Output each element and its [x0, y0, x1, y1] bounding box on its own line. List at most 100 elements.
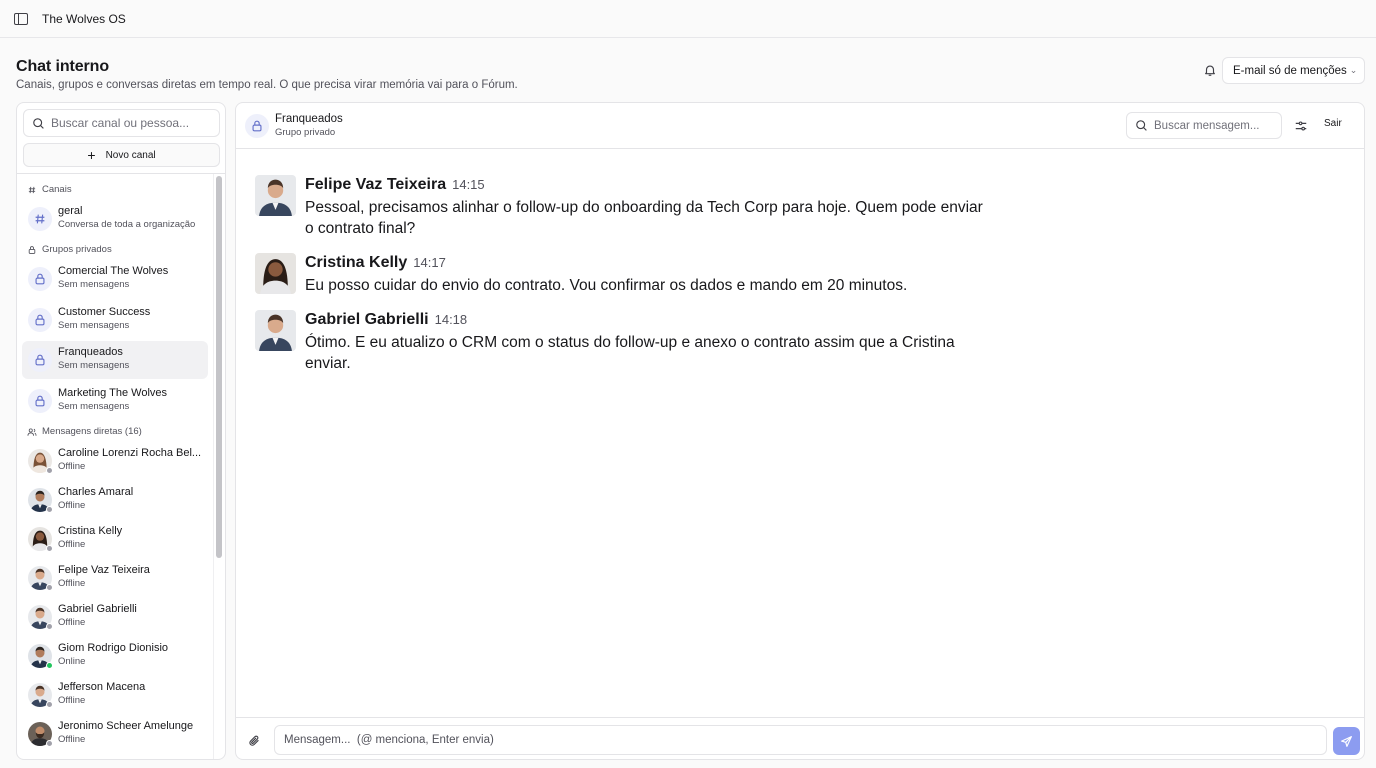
dm-item[interactable]: Charles Amaral Offline [22, 481, 208, 519]
group-avatar [28, 348, 52, 372]
dm-status: Online [58, 656, 86, 667]
dm-item[interactable]: Caroline Lorenzi Rocha Bel... Offline [22, 442, 208, 480]
dm-item[interactable]: Jeronimo Scheer Amelunge Offline [22, 715, 208, 753]
section-label: Grupos privados [42, 244, 112, 255]
search-icon [1135, 119, 1148, 132]
dm-name: Felipe Vaz Teixeira [58, 564, 150, 576]
search-icon [32, 117, 45, 130]
channel-item-geral[interactable]: geral Conversa de toda a organização [22, 200, 208, 238]
channel-name: geral [58, 205, 83, 217]
dm-name: Cristina Kelly [58, 525, 123, 537]
page-subtitle: Canais, grupos e conversas diretas em te… [16, 79, 518, 91]
group-status: Sem mensagens [58, 360, 130, 371]
message-input[interactable] [274, 725, 1327, 755]
group-status: Sem mensagens [58, 401, 130, 412]
group-item-comercial[interactable]: Comercial The Wolves Sem mensagens [22, 260, 208, 298]
message-text: Ótimo. E eu atualizo o CRM com o status … [305, 334, 955, 372]
status-dot [46, 545, 53, 552]
message-time: 14:18 [434, 312, 468, 327]
chat-title: Franqueados [275, 113, 343, 125]
dm-item[interactable]: Jefferson Macena Offline [22, 676, 208, 714]
group-item-marketing[interactable]: Marketing The Wolves Sem mensagens [22, 382, 208, 420]
hash-icon [33, 212, 47, 226]
user-avatar [255, 253, 296, 294]
paperclip-icon[interactable] [248, 733, 262, 749]
leave-button[interactable]: Sair [1324, 118, 1342, 129]
section-channels: Canais [27, 184, 72, 195]
lock-icon [33, 353, 47, 367]
group-avatar [245, 114, 269, 138]
lock-icon [33, 272, 47, 286]
dm-item[interactable]: Gabriel Gabrielli Offline [22, 598, 208, 636]
settings-sliders-icon[interactable] [1294, 119, 1308, 133]
chat-subtitle: Grupo privado [275, 127, 336, 138]
status-dot [46, 662, 53, 669]
lock-icon [28, 245, 36, 254]
app-title: The Wolves OS [42, 11, 126, 26]
channel-avatar [28, 207, 52, 231]
channel-search[interactable] [23, 109, 220, 137]
message-author-line: Cristina Kelly 14:17 [305, 254, 446, 272]
dm-name: Giom Rodrigo Dionisio [58, 642, 169, 654]
section-direct-messages: Mensagens diretas (16) [27, 426, 142, 437]
chat-panel: Franqueados Grupo privado Sair Felipe Va… [235, 102, 1365, 760]
chat-header: Franqueados Grupo privado Sair [236, 103, 1364, 149]
new-channel-label: Novo canal [105, 149, 156, 161]
page-title: Chat interno [16, 58, 110, 75]
status-dot [46, 584, 53, 591]
section-private-groups: Grupos privados [27, 244, 112, 255]
bell-icon[interactable] [1203, 63, 1217, 77]
sidebar-toggle-icon[interactable] [14, 12, 28, 25]
message-author: Gabriel Gabrielli [305, 311, 429, 328]
dm-name: Charles Amaral [58, 486, 134, 498]
dm-item[interactable]: Giom Rodrigo Dionisio Online [22, 637, 208, 675]
status-dot [46, 506, 53, 513]
message-search[interactable] [1126, 112, 1282, 139]
group-name: Customer Success [58, 306, 151, 318]
dm-status: Offline [58, 500, 86, 511]
dm-name: Caroline Lorenzi Rocha Bel... [58, 447, 202, 459]
message-time: 14:15 [452, 177, 485, 192]
dm-status: Offline [58, 695, 86, 706]
chevron-down-icon: ⌄ [1349, 65, 1358, 75]
group-avatar [28, 308, 52, 332]
status-dot [46, 467, 53, 474]
dm-item[interactable]: Felipe Vaz Teixeira Offline [22, 559, 208, 597]
hash-icon [28, 186, 36, 193]
message-author-line: Gabriel Gabrielli 14:18 [305, 311, 467, 329]
email-notification-select[interactable]: E-mail só de menções ⌄ [1222, 57, 1365, 84]
message-author: Cristina Kelly [305, 254, 408, 271]
channel-sidebar: + Novo canal Canais geral Conversa de to… [16, 102, 226, 760]
top-bar: The Wolves OS [0, 0, 1376, 38]
group-name: Franqueados [58, 346, 123, 358]
plus-icon: + [87, 147, 96, 163]
send-button[interactable] [1333, 727, 1360, 755]
message-text: Eu posso cuidar do envio do contrato. Vo… [305, 277, 908, 294]
group-name: Marketing The Wolves [58, 387, 168, 399]
dm-name: Gabriel Gabrielli [58, 603, 137, 615]
email-notification-label: E-mail só de menções [1233, 64, 1347, 77]
lock-icon [33, 313, 47, 327]
user-avatar [255, 175, 296, 216]
message-time: 14:17 [413, 255, 446, 270]
group-item-franqueados[interactable]: Franqueados Sem mensagens [22, 341, 208, 379]
status-dot [46, 740, 53, 747]
scrollbar-thumb[interactable] [216, 176, 222, 558]
section-label: Canais [42, 184, 72, 195]
dm-status: Offline [58, 539, 86, 550]
group-status: Sem mensagens [58, 320, 130, 331]
group-status: Sem mensagens [58, 279, 130, 290]
group-item-customer-success[interactable]: Customer Success Sem mensagens [22, 301, 208, 339]
message-search-input[interactable] [1154, 119, 1274, 132]
group-avatar [28, 267, 52, 291]
message-text: Pessoal, precisamos alinhar o follow-up … [305, 199, 983, 237]
channel-search-input[interactable] [51, 116, 211, 130]
group-name: Comercial The Wolves [58, 265, 169, 277]
dm-name: Jeronimo Scheer Amelunge [58, 720, 194, 732]
dm-status: Offline [58, 461, 86, 472]
lock-icon [33, 394, 47, 408]
dm-status: Offline [58, 734, 86, 745]
dm-item[interactable]: Cristina Kelly Offline [22, 520, 208, 558]
new-channel-button[interactable]: + Novo canal [23, 143, 220, 167]
message-list: Felipe Vaz Teixeira 14:15 Pessoal, precis… [236, 150, 1364, 716]
